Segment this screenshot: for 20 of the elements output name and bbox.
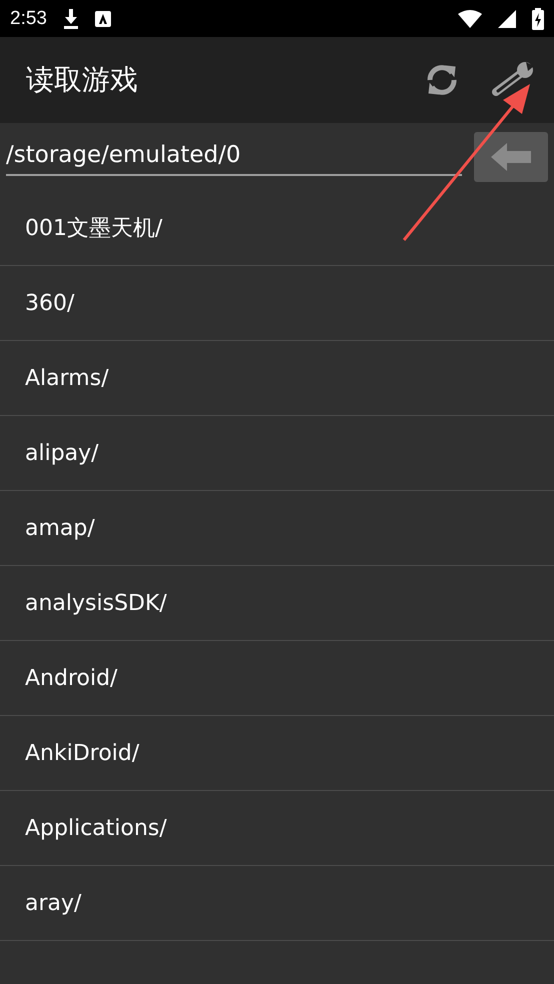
wrench-icon (492, 62, 534, 98)
battery-icon (532, 8, 544, 30)
file-row[interactable]: amap/ (0, 491, 554, 566)
download-icon (62, 8, 79, 28)
file-row[interactable]: Alarms/ (0, 341, 554, 416)
file-row[interactable]: aray/ (0, 866, 554, 941)
wifi-icon (458, 10, 482, 28)
file-row[interactable]: Android/ (0, 641, 554, 716)
file-row[interactable]: Applications/ (0, 791, 554, 866)
file-row[interactable]: AnkiDroid/ (0, 716, 554, 791)
file-row[interactable]: 001文墨天机/ (0, 191, 554, 266)
screen-title: 读取游戏 (26, 62, 139, 98)
path-field[interactable]: /storage/emulated/0 (6, 138, 462, 176)
left-arrow-icon (491, 143, 531, 171)
file-row[interactable]: alipay/ (0, 416, 554, 491)
status-time: 2:53 (10, 8, 47, 30)
notification-icon (94, 10, 111, 26)
file-row[interactable]: analysisSDK/ (0, 566, 554, 641)
signal-icon (498, 10, 516, 28)
file-row[interactable]: 360/ (0, 266, 554, 341)
